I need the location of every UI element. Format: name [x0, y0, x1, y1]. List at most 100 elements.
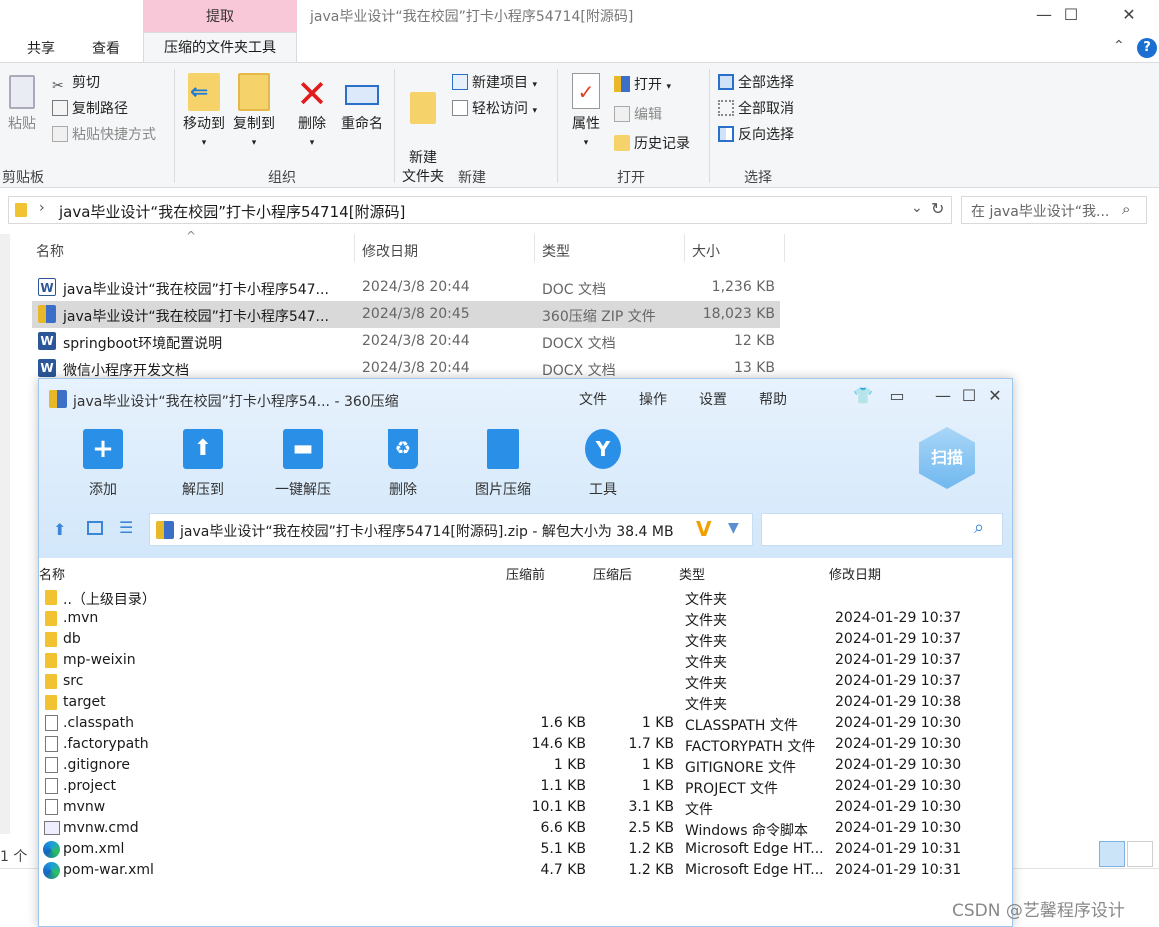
zip-close-button[interactable]: ✕ — [983, 385, 1007, 407]
easy-access-button[interactable]: 轻松访问 ▾ — [452, 98, 537, 120]
menu-operation[interactable]: 操作 — [639, 389, 667, 409]
zip-list-row[interactable]: .classpath 1.6 KB 1 KB CLASSPATH 文件 2024-01-… — [39, 713, 1012, 734]
edit-button[interactable]: 编辑 — [614, 104, 662, 126]
copy-path-button[interactable]: 复制路径 — [52, 98, 128, 120]
history-label: 历史记录 — [634, 136, 690, 152]
search-icon[interactable]: ⌕ — [974, 517, 984, 538]
feedback-icon[interactable]: ▭ — [885, 385, 909, 407]
invert-selection-button[interactable]: 反向选择 — [718, 124, 794, 146]
refresh-icon[interactable]: ↻ — [931, 199, 944, 218]
move-to-button[interactable]: ⇐ 移动到 ▾ — [180, 73, 228, 153]
edge-html-icon — [43, 841, 60, 858]
zip-search-input[interactable]: ⌕ — [761, 513, 1003, 546]
zip-list-row[interactable]: mvnw 10.1 KB 3.1 KB 文件 2024-01-29 10:30 — [39, 797, 1012, 818]
zip-list-row[interactable]: .project 1.1 KB 1 KB PROJECT 文件 2024-01-29 1… — [39, 776, 1012, 797]
list-view-icon[interactable]: ☰ — [119, 518, 133, 537]
tab-share[interactable]: 共享 — [27, 38, 55, 58]
column-name-header[interactable]: 名称 — [36, 241, 64, 261]
zip-column-before[interactable]: 压缩前 — [506, 564, 545, 583]
zip-column-modified[interactable]: 修改日期 — [829, 564, 881, 583]
chevron-down-icon[interactable]: ⌄ — [911, 200, 923, 216]
collapse-ribbon-icon[interactable]: ⌃ — [1113, 38, 1125, 54]
zip-maximize-button[interactable]: ☐ — [957, 385, 981, 407]
file-row[interactable]: W java毕业设计“我在校园”打卡小程序547... 2024/3/8 20:… — [32, 274, 780, 301]
folder-icon — [45, 674, 57, 689]
rename-button[interactable]: 重命名 — [336, 73, 388, 134]
zip-list-row[interactable]: target 文件夹 2024-01-29 10:38 — [39, 692, 1012, 713]
history-button[interactable]: 历史记录 — [614, 133, 690, 155]
paste-button[interactable]: 粘贴 — [4, 75, 40, 134]
maximize-button[interactable]: ☐ — [1048, 2, 1094, 28]
menu-help[interactable]: 帮助 — [759, 389, 787, 409]
tab-compressed-folder-tools[interactable]: 压缩的文件夹工具 — [143, 32, 297, 63]
zip-list-row[interactable]: .gitignore 1 KB 1 KB GITIGNORE 文件 2024-01-29… — [39, 755, 1012, 776]
navigation-pane-scrollbar[interactable] — [0, 234, 10, 834]
new-item-button[interactable]: 新建项目 ▾ — [452, 72, 537, 94]
extract-to-button[interactable]: ⬆ 解压到 — [158, 429, 248, 499]
zip-list-row[interactable]: mp-weixin 文件夹 2024-01-29 10:37 — [39, 650, 1012, 671]
close-button[interactable]: ✕ — [1106, 2, 1152, 28]
select-all-button[interactable]: 全部选择 — [718, 72, 794, 94]
zip-list-row[interactable]: pom-war.xml 4.7 KB 1.2 KB Microsoft Edge HT… — [39, 860, 1012, 881]
zip-column-type[interactable]: 类型 — [679, 564, 705, 583]
new-folder-button[interactable]: 新建 文件夹 — [398, 73, 448, 187]
zip-column-after[interactable]: 压缩后 — [593, 564, 632, 583]
up-arrow-icon[interactable]: ⬆ — [53, 520, 66, 539]
file-size: 12 KB — [733, 333, 775, 349]
zip-row-after: 1 KB — [641, 778, 674, 794]
search-input[interactable]: 在 java毕业设计“我... ⌕ — [961, 196, 1147, 224]
menu-file[interactable]: 文件 — [579, 389, 607, 409]
one-click-extract-button[interactable]: ▬ 一键解压 — [258, 429, 348, 499]
file-row-selected[interactable]: java毕业设计“我在校园”打卡小程序547... 2024/3/8 20:45… — [32, 301, 780, 328]
column-size-header[interactable]: 大小 — [692, 241, 720, 261]
paste-shortcut-button[interactable]: 粘贴快捷方式 — [52, 124, 156, 146]
tab-view[interactable]: 查看 — [92, 38, 120, 58]
column-divider[interactable] — [354, 234, 355, 262]
column-divider[interactable] — [534, 234, 535, 262]
properties-icon: ✓ — [572, 73, 600, 109]
copy-to-button[interactable]: 复制到 ▾ — [230, 73, 278, 153]
zip-row-modified: 2024-01-29 10:31 — [835, 841, 962, 857]
zip-list-row[interactable]: .factorypath 14.6 KB 1.7 KB FACTORYPATH 文件 2… — [39, 734, 1012, 755]
column-divider[interactable] — [784, 234, 785, 262]
delete-button[interactable]: ✕ 删除 ▾ — [290, 73, 334, 153]
zip-row-before: 4.7 KB — [540, 862, 587, 878]
scissors-icon: ✂ — [52, 78, 64, 94]
zip-column-name[interactable]: 名称 — [39, 564, 65, 583]
zip-list-row[interactable]: src 文件夹 2024-01-29 10:37 — [39, 671, 1012, 692]
zip-path-bar[interactable]: java毕业设计“我在校园”打卡小程序54714[附源码].zip - 解包大小… — [149, 513, 753, 546]
large-icons-view-icon[interactable] — [1127, 841, 1153, 867]
open-button[interactable]: 打开 ▾ — [614, 74, 671, 96]
menu-settings[interactable]: 设置 — [699, 389, 727, 409]
search-icon: ⌕ — [1122, 200, 1131, 218]
thumbnail-view-icon[interactable] — [87, 521, 103, 535]
extract-context-tab[interactable]: 提取 — [143, 0, 297, 32]
select-none-button[interactable]: 全部取消 — [718, 98, 794, 120]
zip-list-row[interactable]: .mvn 文件夹 2024-01-29 10:37 — [39, 608, 1012, 629]
skin-icon[interactable]: 👕 — [851, 385, 875, 407]
chevron-down-icon[interactable]: ▼ — [728, 520, 739, 536]
properties-button[interactable]: ✓ 属性 ▾ — [564, 73, 608, 153]
tools-button[interactable]: Y 工具 — [558, 429, 648, 499]
column-type-header[interactable]: 类型 — [542, 241, 570, 261]
cut-button[interactable]: ✂ 剪切 — [52, 72, 100, 94]
zip-minimize-button[interactable]: — — [931, 385, 955, 407]
address-bar[interactable]: › java毕业设计“我在校园”打卡小程序54714[附源码] ⌄ ↻ — [8, 196, 952, 224]
zip-list-row[interactable]: db 文件夹 2024-01-29 10:37 — [39, 629, 1012, 650]
image-compress-button[interactable]: 图片压缩 — [458, 429, 548, 499]
file-row[interactable]: W springboot环境配置说明 2024/3/8 20:44 DOCX 文… — [32, 328, 780, 355]
scan-button[interactable]: 扫描 — [919, 427, 979, 497]
zip-list-row[interactable]: ..（上级目录） 文件夹 — [39, 587, 1012, 608]
add-folder-icon: + — [83, 429, 123, 469]
zip-row-after: 1.2 KB — [628, 841, 675, 857]
details-view-icon[interactable] — [1099, 841, 1125, 867]
zip-row-modified: 2024-01-29 10:30 — [835, 736, 962, 752]
column-modified-header[interactable]: 修改日期 — [362, 241, 418, 261]
column-divider[interactable] — [684, 234, 685, 262]
clipboard-icon — [9, 75, 35, 109]
add-button[interactable]: + 添加 — [58, 429, 148, 499]
zip-list-row[interactable]: pom.xml 5.1 KB 1.2 KB Microsoft Edge HT... 2… — [39, 839, 1012, 860]
help-icon[interactable]: ? — [1137, 38, 1157, 58]
zip-list-row[interactable]: mvnw.cmd 6.6 KB 2.5 KB Windows 命令脚本 2024-01-… — [39, 818, 1012, 839]
zip-delete-button[interactable]: ♻ 删除 — [358, 429, 448, 499]
